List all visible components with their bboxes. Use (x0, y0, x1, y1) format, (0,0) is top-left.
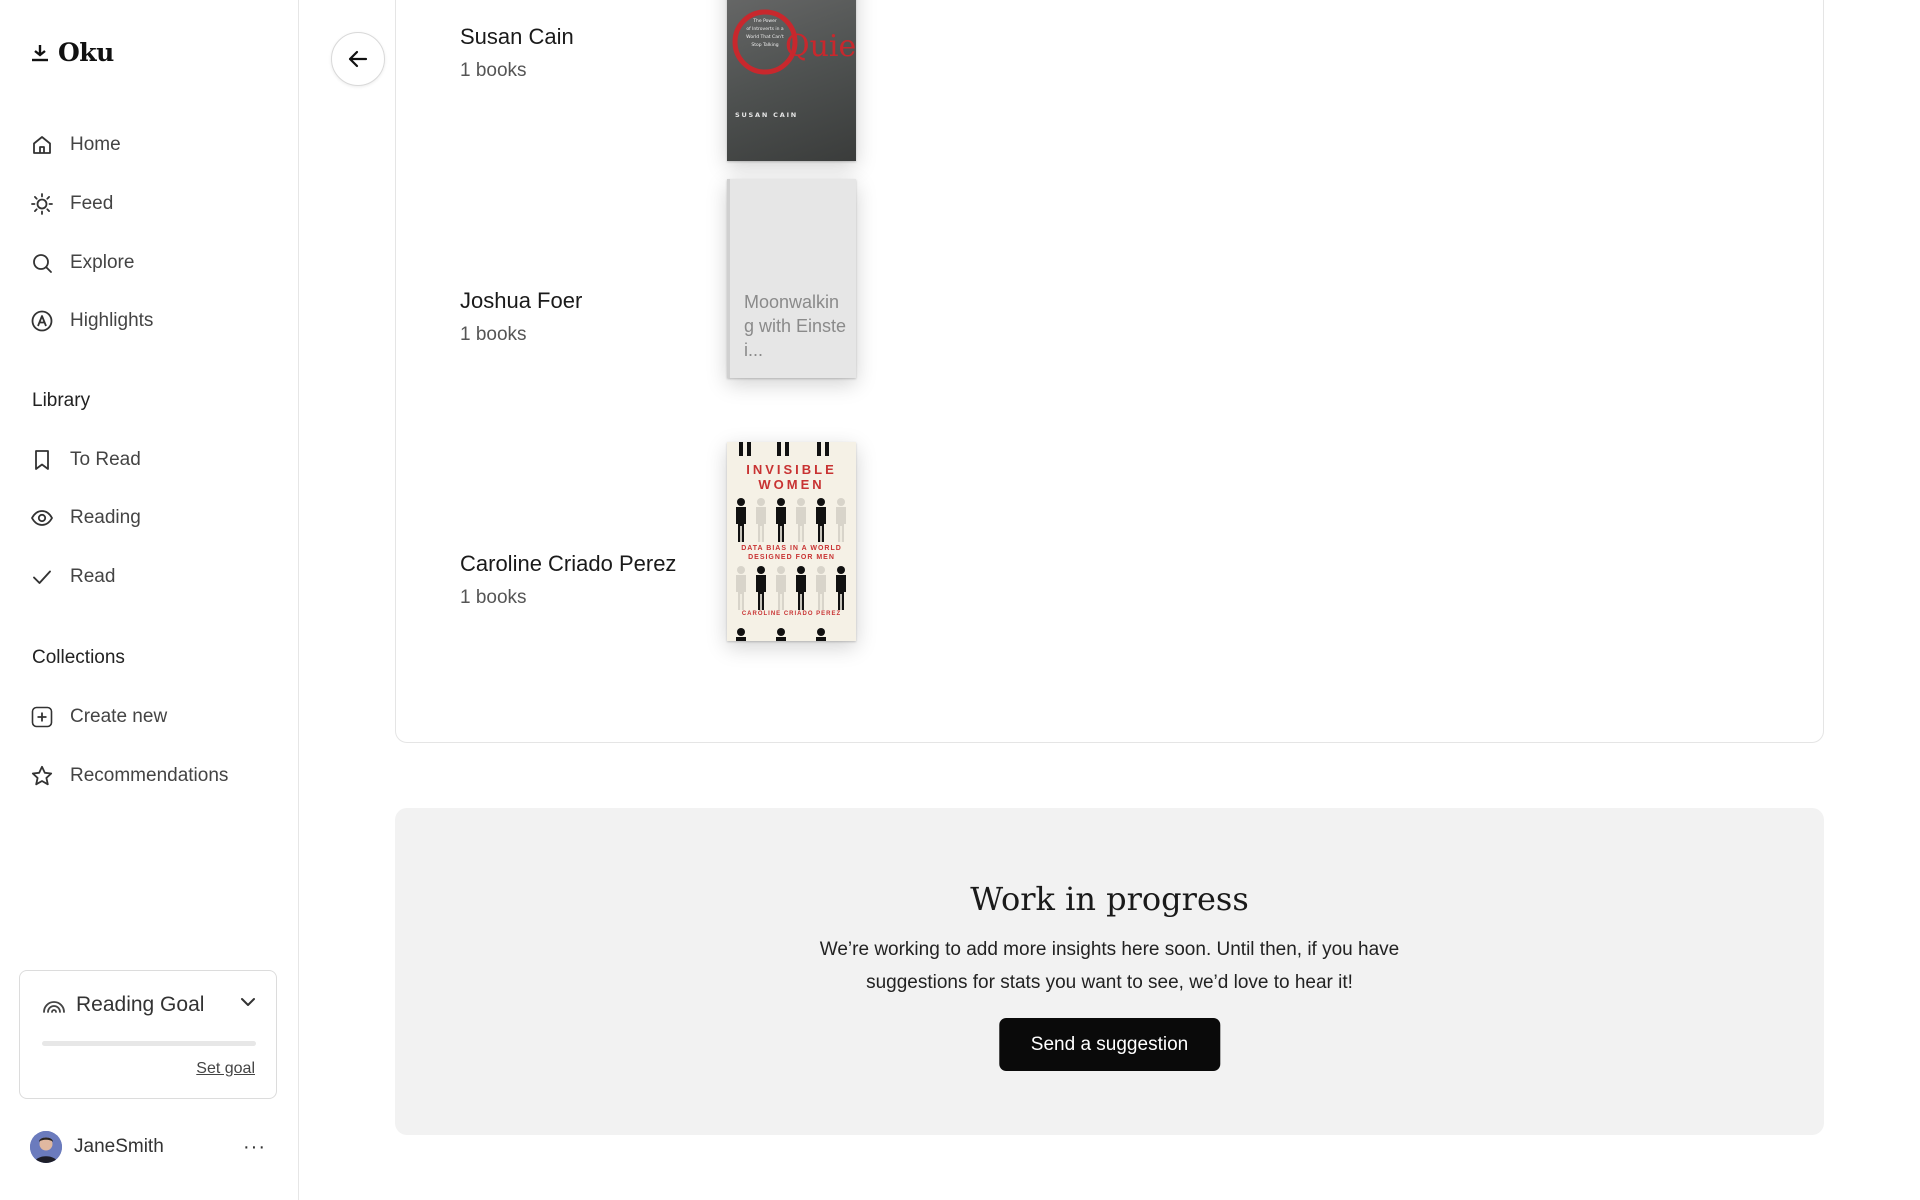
collections-heading: Collections (32, 647, 125, 668)
chevron-down-icon[interactable] (240, 997, 256, 1007)
oku-logo[interactable]: Oku (30, 38, 114, 67)
home-icon (33, 136, 51, 154)
nav-feed[interactable]: Feed (30, 189, 113, 219)
back-button[interactable] (331, 32, 385, 86)
sun-icon (31, 193, 53, 215)
nav-create-collection[interactable]: Create new (30, 702, 167, 732)
reading-goal-title: Reading Goal (76, 993, 205, 1016)
plus-square-icon (31, 706, 53, 728)
svg-text:The Power: The Power (752, 18, 777, 24)
book-cover-placeholder[interactable]: Moonwalking with Einstei... (727, 179, 856, 378)
username: JaneSmith (74, 1136, 164, 1157)
author-book-count: 1 books (460, 324, 527, 345)
rainbow-icon (43, 1001, 65, 1013)
nav-to-read-label: To Read (70, 449, 141, 470)
svg-text:Stop Talking: Stop Talking (751, 42, 778, 48)
author-name: Joshua Foer (460, 288, 583, 313)
invisible-women-title: INVISIBLE WOMEN (746, 462, 837, 492)
bookmark-icon (35, 450, 49, 470)
sidebar: Oku Home Feed Explore Highlights Library… (0, 0, 299, 1200)
quiet-cover-art: Quiet The Power of Introverts in a World… (732, 9, 856, 119)
invisible-women-subtitle: DATA BIAS IN A WORLD DESIGNED FOR MEN (741, 545, 842, 561)
book-cover-invisible-women[interactable]: INVISIBLE WOMEN DATA BIAS IN A WORLD DES… (727, 442, 856, 641)
nav-highlights[interactable]: Highlights (30, 306, 153, 336)
nav-home[interactable]: Home (30, 130, 121, 160)
search-icon (33, 254, 52, 273)
work-in-progress-panel: Work in progress We’re working to add mo… (395, 808, 1824, 1135)
svg-text:of Introverts in a: of Introverts in a (746, 26, 784, 32)
book-cover-quiet[interactable]: Quiet The Power of Introverts in a World… (727, 0, 856, 161)
nav-explore-label: Explore (70, 252, 135, 273)
reading-goal-card: Reading Goal Set goal (19, 970, 277, 1099)
wip-title: Work in progress (970, 880, 1249, 918)
avatar-image (30, 1131, 62, 1163)
nav-create-collection-label: Create new (70, 706, 168, 727)
star-icon (31, 765, 53, 786)
quiet-cover-author: SUSAN CAIN (735, 111, 798, 119)
send-suggestion-button[interactable]: Send a suggestion (998, 1018, 1221, 1071)
nav-read-label: Read (70, 566, 116, 587)
book-placeholder-title: Moonwalking with Einstei... (744, 292, 847, 360)
user-row[interactable]: JaneSmith ··· (30, 1130, 266, 1164)
logo-icon (32, 44, 48, 61)
nav-home-label: Home (70, 134, 121, 155)
nav-reading[interactable]: Reading (30, 503, 141, 533)
authors-card: Susan Cain 1 books Quiet The Power of In… (395, 0, 1824, 743)
reading-goal-toggle[interactable]: Reading Goal (42, 993, 204, 1017)
nav-recommendations-label: Recommendations (70, 765, 229, 786)
nav-feed-label: Feed (70, 193, 114, 214)
app-name: Oku (58, 38, 114, 67)
author-name: Caroline Criado Perez (460, 551, 677, 576)
nav-to-read[interactable]: To Read (30, 445, 141, 475)
set-goal-link[interactable]: Set goal (196, 1060, 255, 1078)
nav-explore[interactable]: Explore (30, 248, 134, 278)
library-heading: Library (32, 390, 91, 411)
avatar[interactable] (30, 1131, 62, 1163)
svg-text:World That Can't: World That Can't (746, 34, 784, 40)
author-row-susan-cain[interactable]: Susan Cain 1 books (460, 24, 574, 82)
nav-read[interactable]: Read (30, 562, 115, 592)
check-icon (33, 570, 51, 584)
quiet-cover-title: Quiet (785, 29, 856, 64)
wip-text: We’re working to add more insights here … (819, 939, 1400, 993)
author-row-caroline-criado-perez[interactable]: Caroline Criado Perez 1 books (460, 551, 676, 609)
highlight-icon (31, 310, 53, 332)
eye-icon (30, 510, 54, 526)
author-book-count: 1 books (460, 587, 527, 608)
more-options-button[interactable]: ··· (243, 1136, 266, 1159)
nav-recommendations[interactable]: Recommendations (30, 761, 228, 791)
author-row-joshua-foer[interactable]: Joshua Foer 1 books (460, 288, 582, 346)
nav-reading-label: Reading (70, 507, 141, 528)
nav-highlights-label: Highlights (70, 310, 154, 331)
author-book-count: 1 books (460, 60, 527, 81)
author-name: Susan Cain (460, 24, 574, 49)
arrow-left-icon (348, 50, 368, 68)
reading-goal-progress (42, 1041, 256, 1046)
invisible-women-author: CAROLINE CRIADO PEREZ (741, 611, 842, 617)
